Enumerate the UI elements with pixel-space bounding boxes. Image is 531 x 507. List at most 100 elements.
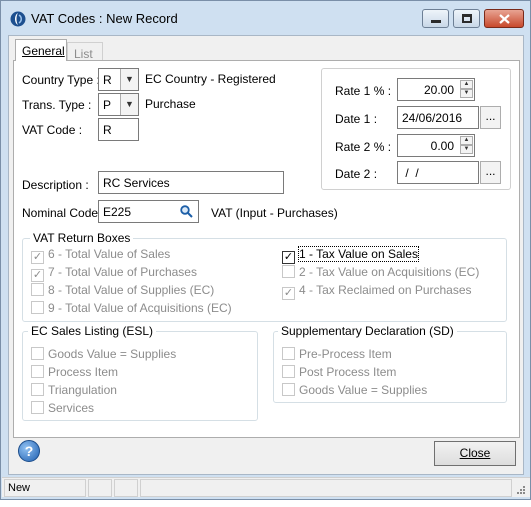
checkbox-label: 9 - Total Value of Acquisitions (EC): [48, 301, 232, 315]
checkbox-esl-triangulation[interactable]: Triangulation: [31, 383, 117, 399]
rate1-value: 20.00: [423, 83, 454, 97]
checkbox-icon: [31, 301, 44, 314]
checkbox-box7[interactable]: ✓ 7 - Total Value of Purchases: [31, 265, 197, 282]
rate2-spinner[interactable]: ▲ ▼: [460, 136, 473, 155]
vat-codes-window: VAT Codes : New Record General List Coun…: [0, 0, 531, 500]
esl-title: EC Sales Listing (ESL): [28, 324, 157, 338]
status-panel: [88, 479, 112, 497]
chevron-down-icon[interactable]: ▼: [120, 69, 138, 90]
tab-list-label: List: [74, 47, 93, 61]
checkbox-icon: [282, 365, 295, 378]
checkbox-icon: ✓: [282, 251, 295, 264]
trans-type-label: Trans. Type :: [22, 98, 92, 112]
maximize-button[interactable]: [453, 9, 480, 28]
country-type-label: Country Type :: [22, 73, 100, 87]
checkbox-label: 8 - Total Value of Supplies (EC): [48, 283, 215, 297]
spin-down-icon[interactable]: ▼: [460, 89, 473, 98]
checkbox-esl-goods-value[interactable]: Goods Value = Supplies: [31, 347, 176, 363]
help-icon: ?: [24, 443, 34, 459]
date2-label: Date 2 :: [335, 167, 378, 181]
checkbox-label: 1 - Tax Value on Sales: [298, 246, 419, 262]
date2-input[interactable]: / /: [397, 161, 479, 184]
title-bar[interactable]: VAT Codes : New Record: [1, 1, 530, 35]
checkbox-icon: [31, 283, 44, 296]
spin-up-icon[interactable]: ▲: [460, 80, 473, 89]
checkbox-sd-pre-process[interactable]: Pre-Process Item: [282, 347, 392, 363]
checkbox-icon: [31, 383, 44, 396]
nominal-code-input[interactable]: E225: [98, 200, 199, 223]
vat-return-boxes-title: VAT Return Boxes: [30, 231, 134, 245]
rate1-label: Rate 1 % :: [335, 84, 392, 98]
checkbox-label: Post Process Item: [299, 365, 397, 379]
status-panel: [140, 479, 512, 497]
date1-label: Date 1 :: [335, 112, 378, 126]
checkbox-sd-post-process[interactable]: Post Process Item: [282, 365, 396, 381]
dialog-client-area: General List Country Type : R ▼ EC Count…: [8, 35, 524, 475]
rate1-spinner[interactable]: ▲ ▼: [460, 80, 473, 99]
checkbox-label: 2 - Tax Value on Acquisitions (EC): [299, 265, 480, 279]
checkbox-icon: [282, 347, 295, 360]
checkbox-label: Pre-Process Item: [299, 347, 392, 361]
date2-picker-button[interactable]: ...: [480, 161, 501, 184]
country-type-description: EC Country - Registered: [145, 72, 276, 86]
nominal-code-label: Nominal Code :: [22, 206, 105, 220]
status-bar: New: [2, 477, 530, 497]
checkbox-esl-services[interactable]: Services: [31, 401, 94, 417]
status-panel: [114, 479, 138, 497]
general-tab-page: Country Type : R ▼ EC Country - Register…: [13, 60, 520, 438]
checkbox-icon: [31, 365, 44, 378]
checkbox-esl-process-item[interactable]: Process Item: [31, 365, 118, 381]
close-icon: [499, 14, 510, 24]
checkbox-box1[interactable]: ✓ 1 - Tax Value on Sales: [282, 246, 419, 264]
minimize-button[interactable]: [422, 9, 449, 28]
checkbox-box6[interactable]: ✓ 6 - Total Value of Sales: [31, 247, 170, 264]
trans-type-combo[interactable]: P ▼: [98, 93, 139, 116]
rate1-input[interactable]: 20.00 ▲ ▼: [397, 78, 475, 101]
vat-code-input[interactable]: R: [98, 118, 139, 141]
date1-input[interactable]: 24/06/2016: [397, 106, 479, 129]
close-button[interactable]: Close: [434, 441, 516, 466]
tab-general[interactable]: General: [15, 39, 67, 61]
resize-grip-icon[interactable]: [515, 484, 526, 495]
vat-code-label: VAT Code :: [22, 123, 83, 137]
checkbox-label: Triangulation: [48, 383, 117, 397]
checkbox-label: Services: [48, 401, 95, 415]
chevron-down-icon[interactable]: ▼: [120, 94, 138, 115]
app-icon: [10, 11, 26, 27]
sd-title: Supplementary Declaration (SD): [278, 324, 457, 338]
spin-down-icon[interactable]: ▼: [460, 145, 473, 154]
search-icon[interactable]: [180, 205, 193, 218]
checkbox-icon: [282, 265, 295, 278]
checkbox-icon: [31, 347, 44, 360]
maximize-icon: [462, 14, 472, 23]
description-label: Description :: [22, 178, 89, 192]
description-input[interactable]: RC Services: [98, 171, 284, 194]
help-button[interactable]: ?: [18, 440, 40, 462]
checkbox-label: Goods Value = Supplies: [48, 347, 177, 361]
tab-list[interactable]: List: [67, 42, 103, 61]
spin-up-icon[interactable]: ▲: [460, 136, 473, 145]
status-mode: New: [4, 479, 86, 497]
close-window-button[interactable]: [484, 9, 524, 28]
checkbox-icon: [282, 383, 295, 396]
date1-picker-button[interactable]: ...: [480, 106, 501, 129]
country-type-value: R: [103, 73, 112, 87]
window-title: VAT Codes : New Record: [31, 11, 178, 26]
nominal-code-description: VAT (Input - Purchases): [211, 206, 338, 220]
checkbox-label: 4 - Tax Reclaimed on Purchases: [299, 283, 472, 297]
tab-general-label: General: [22, 44, 65, 58]
checkbox-label: 7 - Total Value of Purchases: [48, 265, 197, 279]
checkbox-icon: [31, 401, 44, 414]
rate2-input[interactable]: 0.00 ▲ ▼: [397, 134, 475, 157]
checkbox-label: Process Item: [48, 365, 119, 379]
checkbox-icon: ✓: [282, 287, 295, 300]
country-type-combo[interactable]: R ▼: [98, 68, 139, 91]
trans-type-description: Purchase: [145, 97, 196, 111]
checkbox-box4[interactable]: ✓ 4 - Tax Reclaimed on Purchases: [282, 283, 472, 300]
minimize-icon: [431, 20, 441, 23]
checkbox-sd-goods-value[interactable]: Goods Value = Supplies: [282, 383, 427, 399]
checkbox-box8[interactable]: 8 - Total Value of Supplies (EC): [31, 283, 214, 299]
checkbox-box2[interactable]: 2 - Tax Value on Acquisitions (EC): [282, 265, 479, 281]
checkbox-box9[interactable]: 9 - Total Value of Acquisitions (EC): [31, 301, 232, 317]
checkbox-icon: ✓: [31, 251, 44, 264]
